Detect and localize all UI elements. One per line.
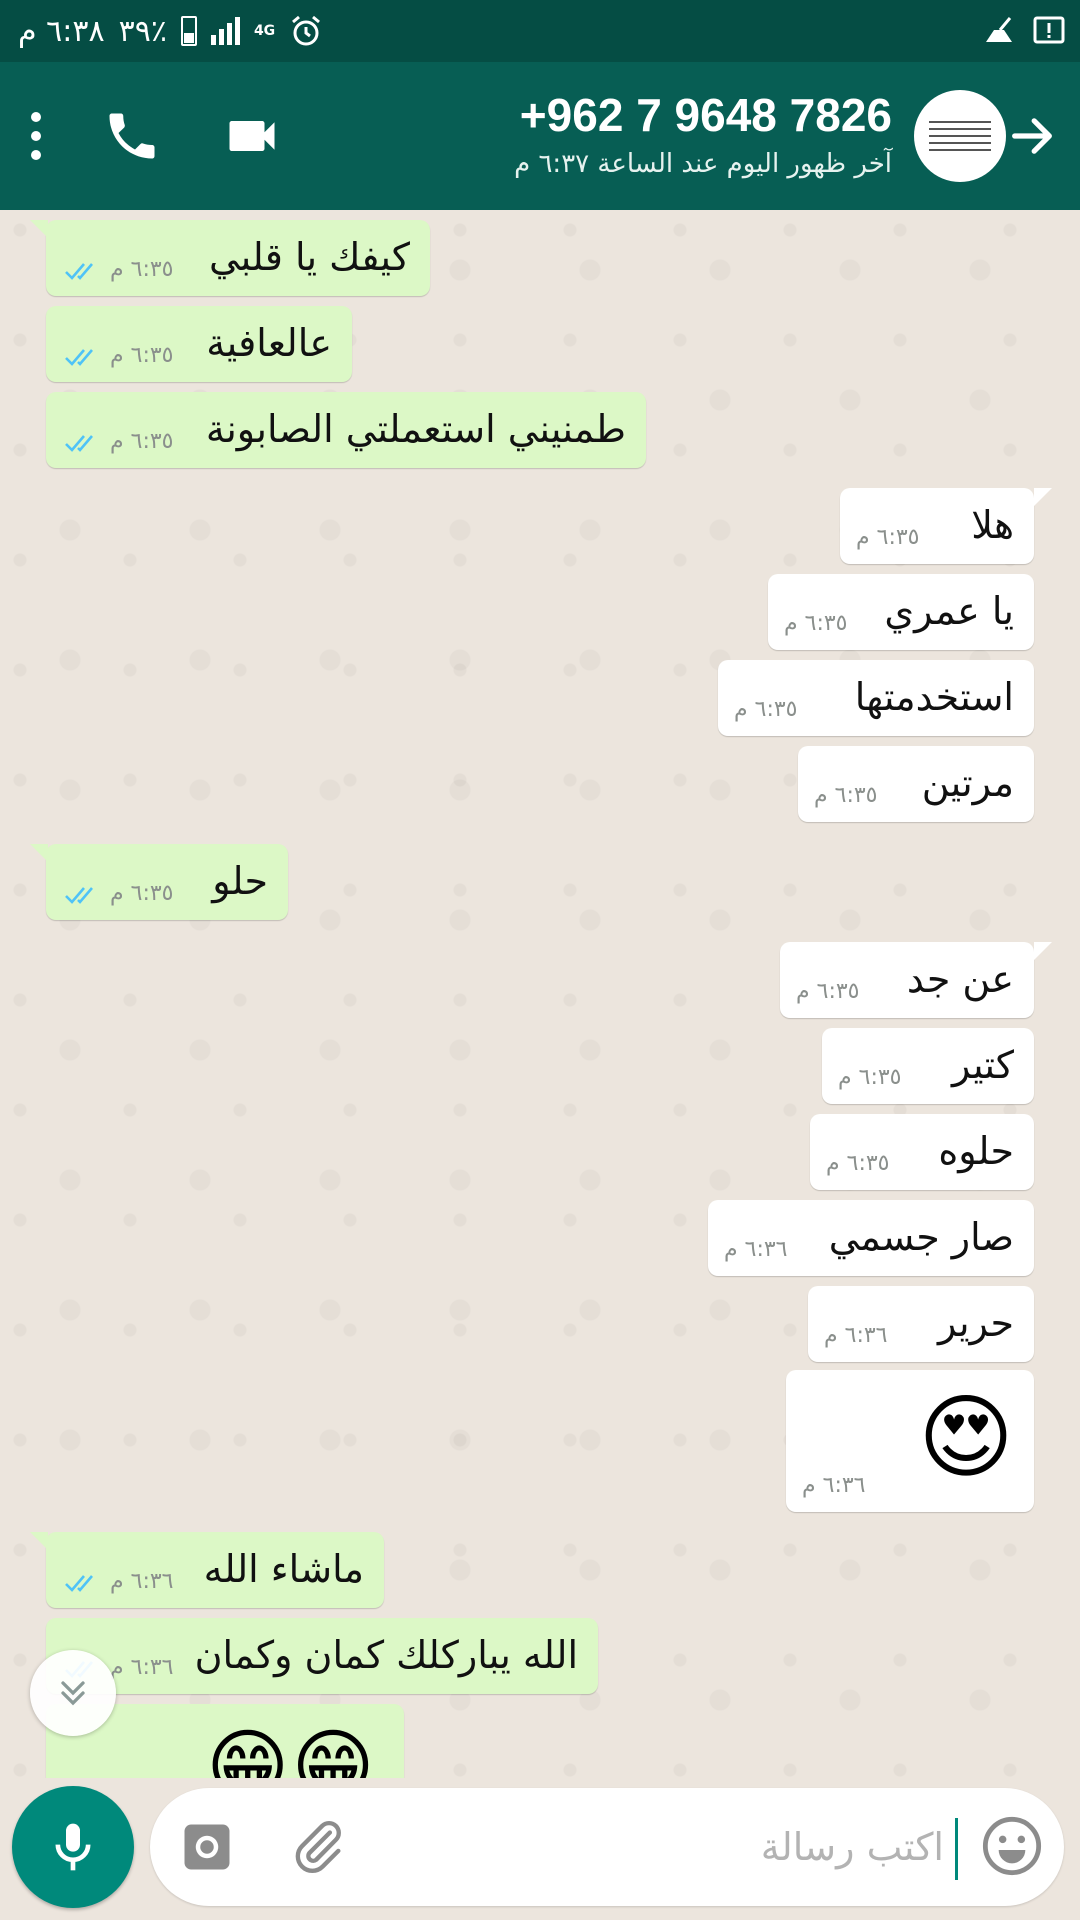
read-receipt-icon	[65, 887, 93, 904]
message-time: ٦:٣٥ م	[838, 1065, 902, 1090]
contact-info[interactable]: +962 7 9648 7826 آخر ظهور اليوم عند السا…	[514, 86, 892, 184]
message-text: استخدمتها	[854, 675, 1014, 719]
message-bubble[interactable]: حرير ٦:٣٦ م	[808, 1286, 1034, 1362]
alert-icon	[1033, 16, 1065, 44]
attach-icon[interactable]	[290, 1818, 348, 1876]
message-time: ٦:٣٦ م	[824, 1323, 888, 1348]
message-text: صار جسمي	[828, 1215, 1014, 1259]
message-time: ٦:٣٥ م	[796, 979, 860, 1004]
message-text: حلو	[212, 859, 268, 903]
message-input-box[interactable]: اكتب رسالة	[150, 1788, 1064, 1906]
message-input-placeholder[interactable]: اكتب رسالة	[761, 1820, 944, 1874]
message-bubble[interactable]: كتير ٦:٣٥ م	[822, 1028, 1034, 1104]
message-text: طمنيني استعملتي الصابونة	[205, 407, 626, 451]
microphone-icon	[55, 1823, 91, 1871]
message-text: عالعافية	[206, 321, 332, 365]
message-text: كتير	[952, 1043, 1014, 1087]
message-bubble[interactable]: طمنيني استعملتي الصابونة ٦:٣٥ م	[46, 392, 646, 468]
grinning-emoji: 😁😁	[206, 1720, 377, 1779]
message-bubble[interactable]: ماشاء الله ٦:٣٦ م	[30, 1532, 384, 1608]
message-time: ٦:٣٥ م	[814, 783, 878, 808]
status-left: ٦:٣٨ م ٣٩٪ 4G	[18, 10, 323, 52]
chat-area[interactable]: كيفك يا قلبي ٦:٣٥ م عالعافية ٦:٣٥ م طمني…	[0, 210, 1080, 1778]
message-bubble[interactable]: يا عمري ٦:٣٥ م	[768, 574, 1034, 650]
message-bubble[interactable]: صار جسمي ٦:٣٦ م	[708, 1200, 1034, 1276]
chat-header: +962 7 9648 7826 آخر ظهور اليوم عند السا…	[0, 62, 1080, 210]
heart-eyes-emoji: 😍	[918, 1384, 1014, 1491]
message-time: ٦:٣٦ م	[724, 1237, 788, 1262]
message-text: عن جد	[906, 957, 1014, 1001]
message-text: كيفك يا قلبي	[208, 235, 410, 279]
message-bubble[interactable]: حلوه ٦:٣٥ م	[810, 1114, 1034, 1190]
message-time: ٦:٣٥ م	[784, 611, 848, 636]
message-bubble[interactable]: هلا ٦:٣٥ م	[840, 488, 1052, 564]
message-time: ٦:٣٥ م	[734, 697, 798, 722]
avatar[interactable]	[914, 90, 1006, 182]
read-receipt-icon	[65, 1575, 93, 1592]
battery-percent: ٣٩٪	[118, 13, 167, 49]
message-bubble[interactable]: الله يباركلك كمان وكمان ٦:٣٦ م	[46, 1618, 598, 1694]
back-arrow-icon[interactable]	[1002, 106, 1062, 166]
voice-record-button[interactable]	[12, 1786, 134, 1908]
message-bubble[interactable]: استخدمتها ٦:٣٥ م	[718, 660, 1034, 736]
message-text: حلوه	[938, 1129, 1014, 1173]
emoji-icon[interactable]	[980, 1814, 1044, 1878]
message-bubble[interactable]: عن جد ٦:٣٥ م	[780, 942, 1052, 1018]
message-time: ٦:٣٦ م	[110, 1569, 174, 1594]
message-bubble[interactable]: مرتين ٦:٣٥ م	[798, 746, 1034, 822]
double-chevron-down-icon	[61, 1681, 85, 1706]
message-text: الله يباركلك كمان وكمان	[194, 1633, 578, 1677]
text-cursor	[955, 1818, 958, 1880]
read-receipt-icon	[65, 349, 93, 366]
status-bar: ٦:٣٨ م ٣٩٪ 4G	[0, 0, 1080, 62]
message-text: حرير	[938, 1301, 1014, 1345]
network-type: 4G	[253, 23, 276, 39]
message-text: مرتين	[921, 761, 1014, 805]
battery-icon	[180, 16, 197, 46]
video-call-icon[interactable]	[222, 106, 282, 166]
message-time: ٦:٣٦ م	[802, 1473, 866, 1498]
message-bubble[interactable]: 😍 ٦:٣٦ م	[786, 1370, 1034, 1512]
message-bubble[interactable]: كيفك يا قلبي ٦:٣٥ م	[30, 220, 430, 296]
clock-time: ٦:٣٨ م	[18, 13, 105, 49]
message-time: ٦:٣٥ م	[826, 1151, 890, 1176]
alarm-icon	[292, 15, 321, 46]
message-bubble[interactable]: عالعافية ٦:٣٥ م	[46, 306, 352, 382]
message-time: ٦:٣٦ م	[110, 1655, 174, 1680]
voice-call-icon[interactable]	[102, 106, 162, 166]
status-right	[982, 10, 1066, 52]
scroll-to-bottom-button[interactable]	[30, 1650, 116, 1736]
message-text: هلا	[971, 503, 1014, 547]
read-receipt-icon	[65, 435, 93, 452]
cleaner-icon	[986, 17, 1012, 42]
header-actions	[30, 62, 282, 210]
read-receipt-icon	[65, 263, 93, 280]
message-time: ٦:٣٥ م	[856, 525, 920, 550]
message-text: يا عمري	[884, 589, 1014, 633]
contact-name[interactable]: +962 7 9648 7826	[514, 86, 892, 144]
message-bubble[interactable]: حلو ٦:٣٥ م	[30, 844, 288, 920]
last-seen: آخر ظهور اليوم عند الساعة ٦:٣٧ م	[514, 149, 892, 179]
message-time: ٦:٣٥ م	[110, 881, 174, 906]
message-time: ٦:٣٥ م	[110, 257, 174, 282]
signal-icon	[210, 17, 240, 45]
camera-icon[interactable]	[180, 1820, 234, 1874]
message-time: ٦:٣٥ م	[110, 343, 174, 368]
more-options-icon[interactable]	[30, 112, 42, 160]
message-time: ٦:٣٥ م	[110, 429, 174, 454]
message-text: ماشاء الله	[203, 1547, 364, 1591]
